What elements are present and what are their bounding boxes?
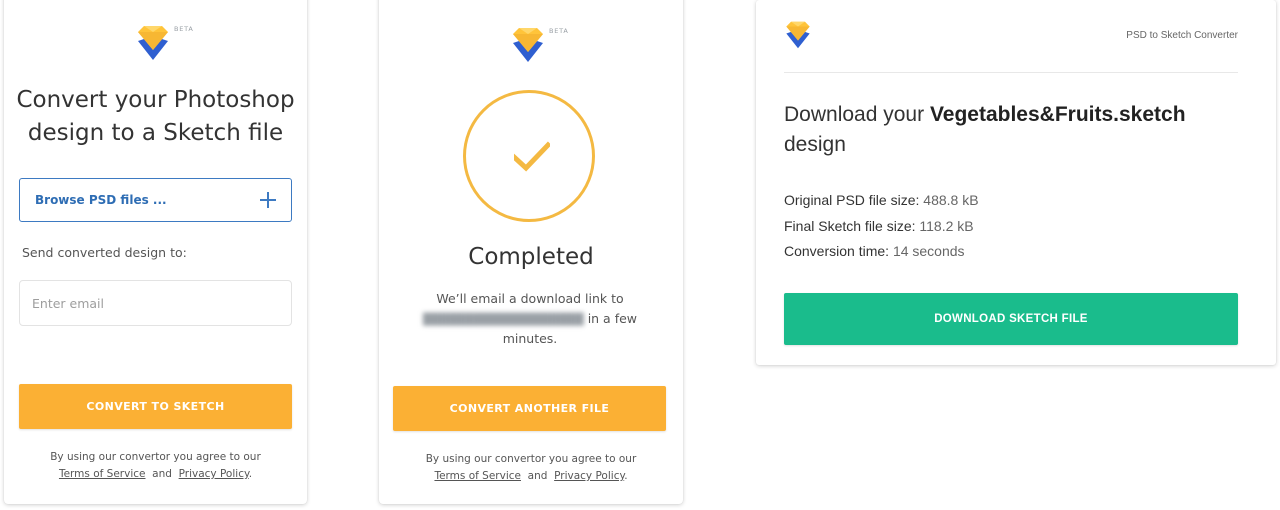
status-title: Completed (468, 244, 594, 270)
terms-of-service-link[interactable]: Terms of Service (434, 470, 521, 482)
convert-another-file-button[interactable]: CONVERT ANOTHER FILE (393, 386, 666, 431)
checkmark-icon (514, 141, 550, 172)
file-name: Vegetables&Fruits.sketch (929, 103, 1186, 126)
beta-badge: BETA (174, 25, 194, 33)
legal-notice: By using our convertor you agree to our … (4, 449, 307, 483)
email-notice-prefix: We’ll email a download link to (436, 291, 624, 306)
completed-card: BETA Completed We’ll email a download li… (379, 0, 683, 504)
redacted-email: ███████████████████ (422, 312, 584, 326)
email-notice: We’ll email a download link to █████████… (407, 289, 653, 349)
send-to-label: Send converted design to: (22, 245, 187, 260)
stat-conversion-time: Conversion time: 14 seconds (784, 243, 965, 259)
convert-to-sketch-button[interactable]: CONVERT TO SKETCH (19, 384, 292, 429)
browse-psd-files-button[interactable]: Browse PSD files ... (19, 178, 292, 222)
stat-final-size: Final Sketch file size: 118.2 kB (784, 217, 974, 234)
legal-notice: By using our convertor you agree to our … (379, 451, 683, 485)
headline-line-1: Convert your Photoshop (16, 87, 295, 113)
page-title: Convert your Photoshop design to a Sketc… (4, 84, 307, 150)
conversion-stats: Original PSD file size: 488.8 kB Final S… (784, 188, 979, 265)
terms-of-service-link[interactable]: Terms of Service (59, 468, 146, 480)
legal-and: and (152, 468, 172, 480)
sketch-diamond-logo (513, 28, 543, 62)
sketch-diamond-logo (138, 26, 168, 60)
divider (784, 72, 1238, 73)
sketch-diamond-logo (786, 21, 810, 49)
browse-label: Browse PSD files ... (35, 193, 167, 207)
title-suffix: design (784, 133, 846, 156)
legal-text: By using our convertor you agree to our (425, 453, 637, 465)
legal-and: and (527, 470, 548, 482)
beta-badge: BETA (549, 27, 569, 35)
title-prefix: Download your (784, 103, 925, 126)
download-sketch-file-button[interactable]: DOWNLOAD SKETCH FILE (784, 293, 1238, 345)
legal-period: . (248, 468, 253, 480)
headline-line-2: design to a Sketch file (27, 120, 284, 146)
download-title: Download your Vegetables&Fruits.sketch d… (784, 100, 1234, 160)
privacy-policy-link[interactable]: Privacy Policy (179, 468, 249, 480)
brand-label: PSD to Sketch Converter (1126, 30, 1238, 41)
plus-icon (260, 192, 276, 208)
download-card: PSD to Sketch Converter Download your Ve… (756, 0, 1276, 365)
upload-card: BETA Convert your Photoshop design to a … (4, 0, 307, 504)
legal-text: By using our convertor you agree to our (50, 451, 261, 463)
stat-original-size: Original PSD file size: 488.8 kB (784, 192, 979, 208)
privacy-policy-link[interactable]: Privacy Policy (554, 470, 624, 482)
checkmark-circle-icon (463, 90, 595, 222)
email-input[interactable] (19, 280, 292, 326)
legal-period: . (624, 470, 628, 482)
